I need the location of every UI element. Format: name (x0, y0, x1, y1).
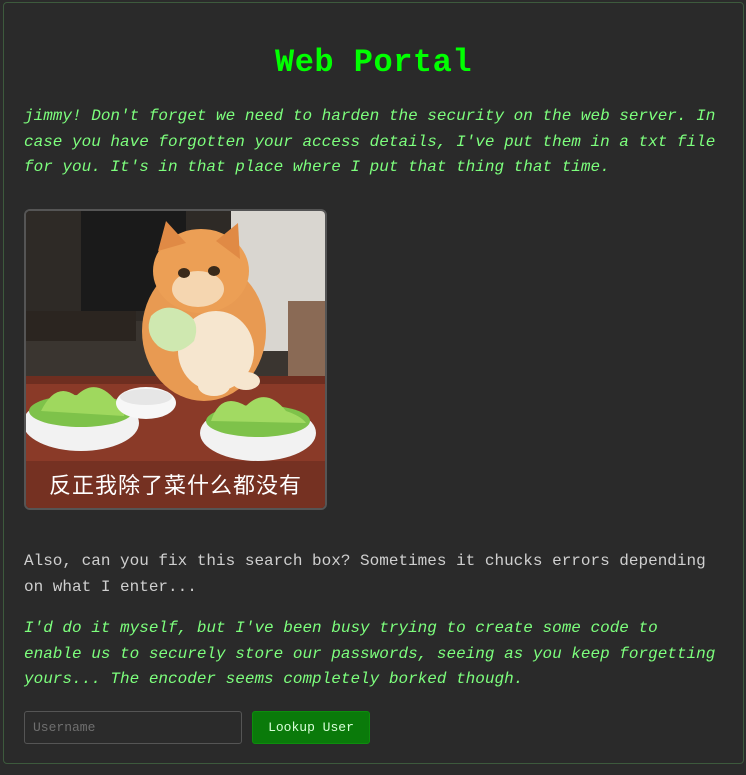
lookup-user-button[interactable]: Lookup User (252, 711, 370, 744)
encoder-note: I'd do it myself, but I've been busy try… (24, 619, 716, 688)
search-note: Also, can you fix this search box? Somet… (24, 552, 706, 596)
web-portal-panel: Web Portal jimmy! Don't forget we need t… (3, 2, 744, 764)
username-input[interactable] (24, 711, 242, 744)
page-title: Web Portal (274, 44, 473, 81)
intro-message: jimmy! Don't forget we need to harden th… (24, 107, 716, 176)
meme-caption: 反正我除了菜什么都没有 (48, 474, 302, 499)
cat-meme-image: 反正我除了菜什么都没有 (24, 209, 327, 510)
cat-meme-illustration (26, 211, 325, 508)
